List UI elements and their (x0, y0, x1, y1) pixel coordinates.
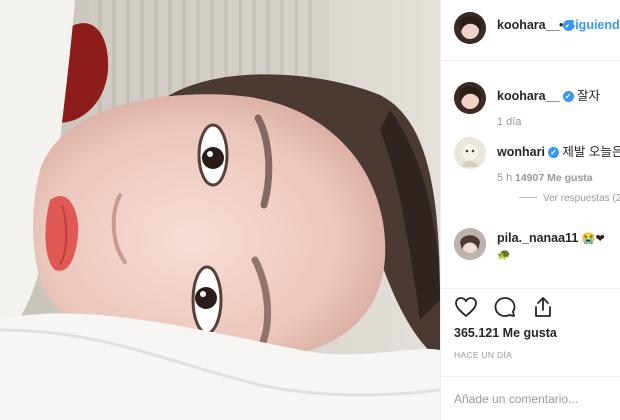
likes-count[interactable]: 365.121 Me gusta (454, 326, 557, 340)
add-comment-bar: Añade un comentario... (441, 376, 620, 420)
comment-avatar[interactable] (454, 137, 486, 169)
following-button[interactable]: Siguiendo (567, 18, 620, 32)
post-header: koohara__✓ • Siguiendo (441, 0, 620, 61)
post-timestamp[interactable]: Hace un día (454, 350, 512, 360)
follow-separator: • (559, 18, 564, 32)
author-name-text[interactable]: koohara__ (497, 18, 560, 32)
comment-username[interactable]: wonhari✓ 제발 오늘은 푹 자 (497, 141, 620, 160)
author-avatar[interactable] (454, 12, 486, 44)
caption-text: 잘자 (577, 89, 601, 103)
comment-user-text[interactable]: wonhari (497, 145, 545, 159)
view-replies-text[interactable]: Ver respuestas (2) (543, 193, 620, 204)
comment-user-text-2[interactable]: pila._nanaa11 (497, 231, 578, 245)
post-actions (441, 288, 620, 325)
caption-timestamp[interactable]: 1 día (497, 116, 521, 128)
post-side-panel: koohara__✓ • Siguiendo koohara__✓ 잘자 1 d… (440, 0, 620, 420)
follow-status[interactable]: • Siguiendo (559, 18, 620, 32)
caption-author-text[interactable]: koohara__ (497, 89, 560, 103)
speech-bubble-icon[interactable] (493, 295, 517, 319)
comment-text-2-line2: 🐢 (497, 249, 511, 261)
heart-outline-icon[interactable] (454, 295, 478, 319)
selfie-image (0, 0, 440, 420)
comment-username-2[interactable]: pila._nanaa11 😭❤ (497, 231, 605, 245)
replies-line (519, 197, 537, 198)
comment-text: 제발 오늘은 푹 자 (562, 145, 620, 159)
caption-avatar[interactable] (454, 82, 486, 114)
verified-badge-icon: ✓ (547, 147, 559, 158)
comment-text-2: 😭❤ (581, 233, 605, 245)
post-photo[interactable] (0, 0, 440, 420)
share-icon[interactable] (531, 295, 555, 319)
comment-timestamp[interactable]: 5 h (497, 172, 512, 184)
view-replies[interactable]: Ver respuestas (2) (519, 193, 620, 204)
comment-likes[interactable]: 14907 Me gusta (515, 172, 593, 184)
comment-input[interactable]: Añade un comentario... (454, 392, 578, 406)
caption-username[interactable]: koohara__ ✓ 잘자 (497, 85, 600, 104)
comment-avatar-2[interactable] (454, 228, 486, 260)
verified-badge-icon: ✓ (562, 91, 574, 102)
